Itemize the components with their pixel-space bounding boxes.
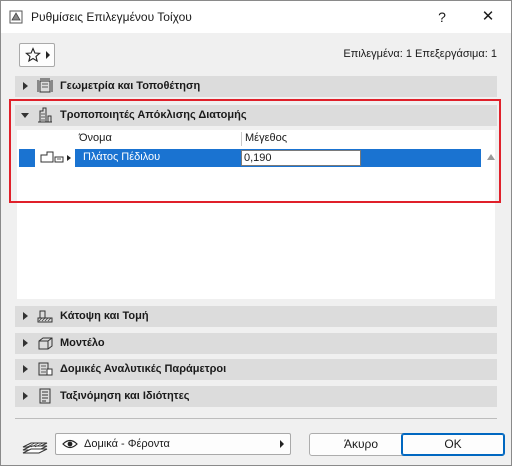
section-label: Μοντέλο xyxy=(60,337,105,349)
help-button[interactable]: ? xyxy=(419,1,465,33)
section-profile-modifiers[interactable]: Τροποποιητές Απόκλισης Διατομής xyxy=(15,105,497,126)
eye-icon xyxy=(62,439,78,449)
cancel-button[interactable]: Άκυρο xyxy=(309,433,413,456)
column-header-size[interactable]: Μέγεθος xyxy=(245,132,287,144)
app-icon xyxy=(9,10,23,24)
title-bar: Ρυθμίσεις Επιλεγμένου Τοίχου ? ✕ xyxy=(1,1,511,33)
collapse-arrow-icon[interactable] xyxy=(21,113,29,118)
column-separator[interactable] xyxy=(241,132,242,146)
section-structural-analytical[interactable]: Δομικές Αναλυτικές Παράμετροι xyxy=(15,359,497,380)
section-model[interactable]: Μοντέλο xyxy=(15,333,497,354)
parameters-table: Όνομα Μέγεθος Πλάτος Πέδιλου 0,190 xyxy=(17,130,495,350)
footer-divider xyxy=(15,418,497,419)
row-drag-handle[interactable] xyxy=(19,149,35,167)
dialog-window: Ρυθμίσεις Επιλεγμένου Τοίχου ? ✕ Επιλεγμ… xyxy=(0,0,512,466)
structural-icon xyxy=(38,362,53,376)
expand-arrow-icon[interactable] xyxy=(23,339,28,347)
layer-dropdown-label: Δομικά - Φέροντα xyxy=(84,438,170,450)
geometry-icon xyxy=(37,78,53,93)
row-value-input[interactable]: 0,190 xyxy=(241,150,361,166)
model-icon xyxy=(38,337,53,350)
section-label: Γεωμετρία και Τοποθέτηση xyxy=(60,80,201,92)
expand-arrow-icon[interactable] xyxy=(23,392,28,400)
layer-dropdown[interactable]: Δομικά - Φέροντα xyxy=(55,433,291,455)
column-header-name[interactable]: Όνομα xyxy=(79,132,112,144)
profile-modifier-icon xyxy=(38,107,52,123)
expand-arrow-icon[interactable] xyxy=(23,82,28,90)
window-title: Ρυθμίσεις Επιλεγμένου Τοίχου xyxy=(31,10,192,24)
close-button[interactable]: ✕ xyxy=(465,1,511,33)
star-icon xyxy=(25,47,41,63)
ok-button[interactable]: OK xyxy=(401,433,505,456)
section-classification[interactable]: Ταξινόμηση και Ιδιότητες xyxy=(15,386,497,407)
layer-icon xyxy=(22,442,48,454)
classification-icon xyxy=(39,388,51,404)
section-floor-plan[interactable]: Κάτοψη και Τομή xyxy=(15,306,497,327)
scroll-up-icon[interactable] xyxy=(487,154,495,160)
expand-arrow-icon[interactable] xyxy=(23,365,28,373)
section-label: Ταξινόμηση και Ιδιότητες xyxy=(60,390,190,402)
profile-row-icon xyxy=(40,151,71,163)
chevron-right-icon xyxy=(280,440,284,448)
section-label: Τροποποιητές Απόκλισης Διατομής xyxy=(60,109,247,121)
row-name: Πλάτος Πέδιλου xyxy=(83,151,161,163)
settings-panel: Γεωμετρία και Τοποθέτηση Τροποποιητές Απ… xyxy=(15,76,497,412)
chevron-right-icon xyxy=(46,51,50,59)
table-row[interactable]: Πλάτος Πέδιλου 0,190 xyxy=(75,149,481,167)
floor-plan-icon xyxy=(37,310,53,323)
favorites-button[interactable] xyxy=(19,43,55,67)
section-geometry[interactable]: Γεωμετρία και Τοποθέτηση xyxy=(15,76,497,97)
section-label: Δομικές Αναλυτικές Παράμετροι xyxy=(60,363,227,375)
expand-arrow-icon[interactable] xyxy=(23,312,28,320)
selection-info: Επιλεγμένα: 1 Επεξεργάσιμα: 1 xyxy=(343,48,497,60)
section-label: Κάτοψη και Τομή xyxy=(60,310,149,322)
